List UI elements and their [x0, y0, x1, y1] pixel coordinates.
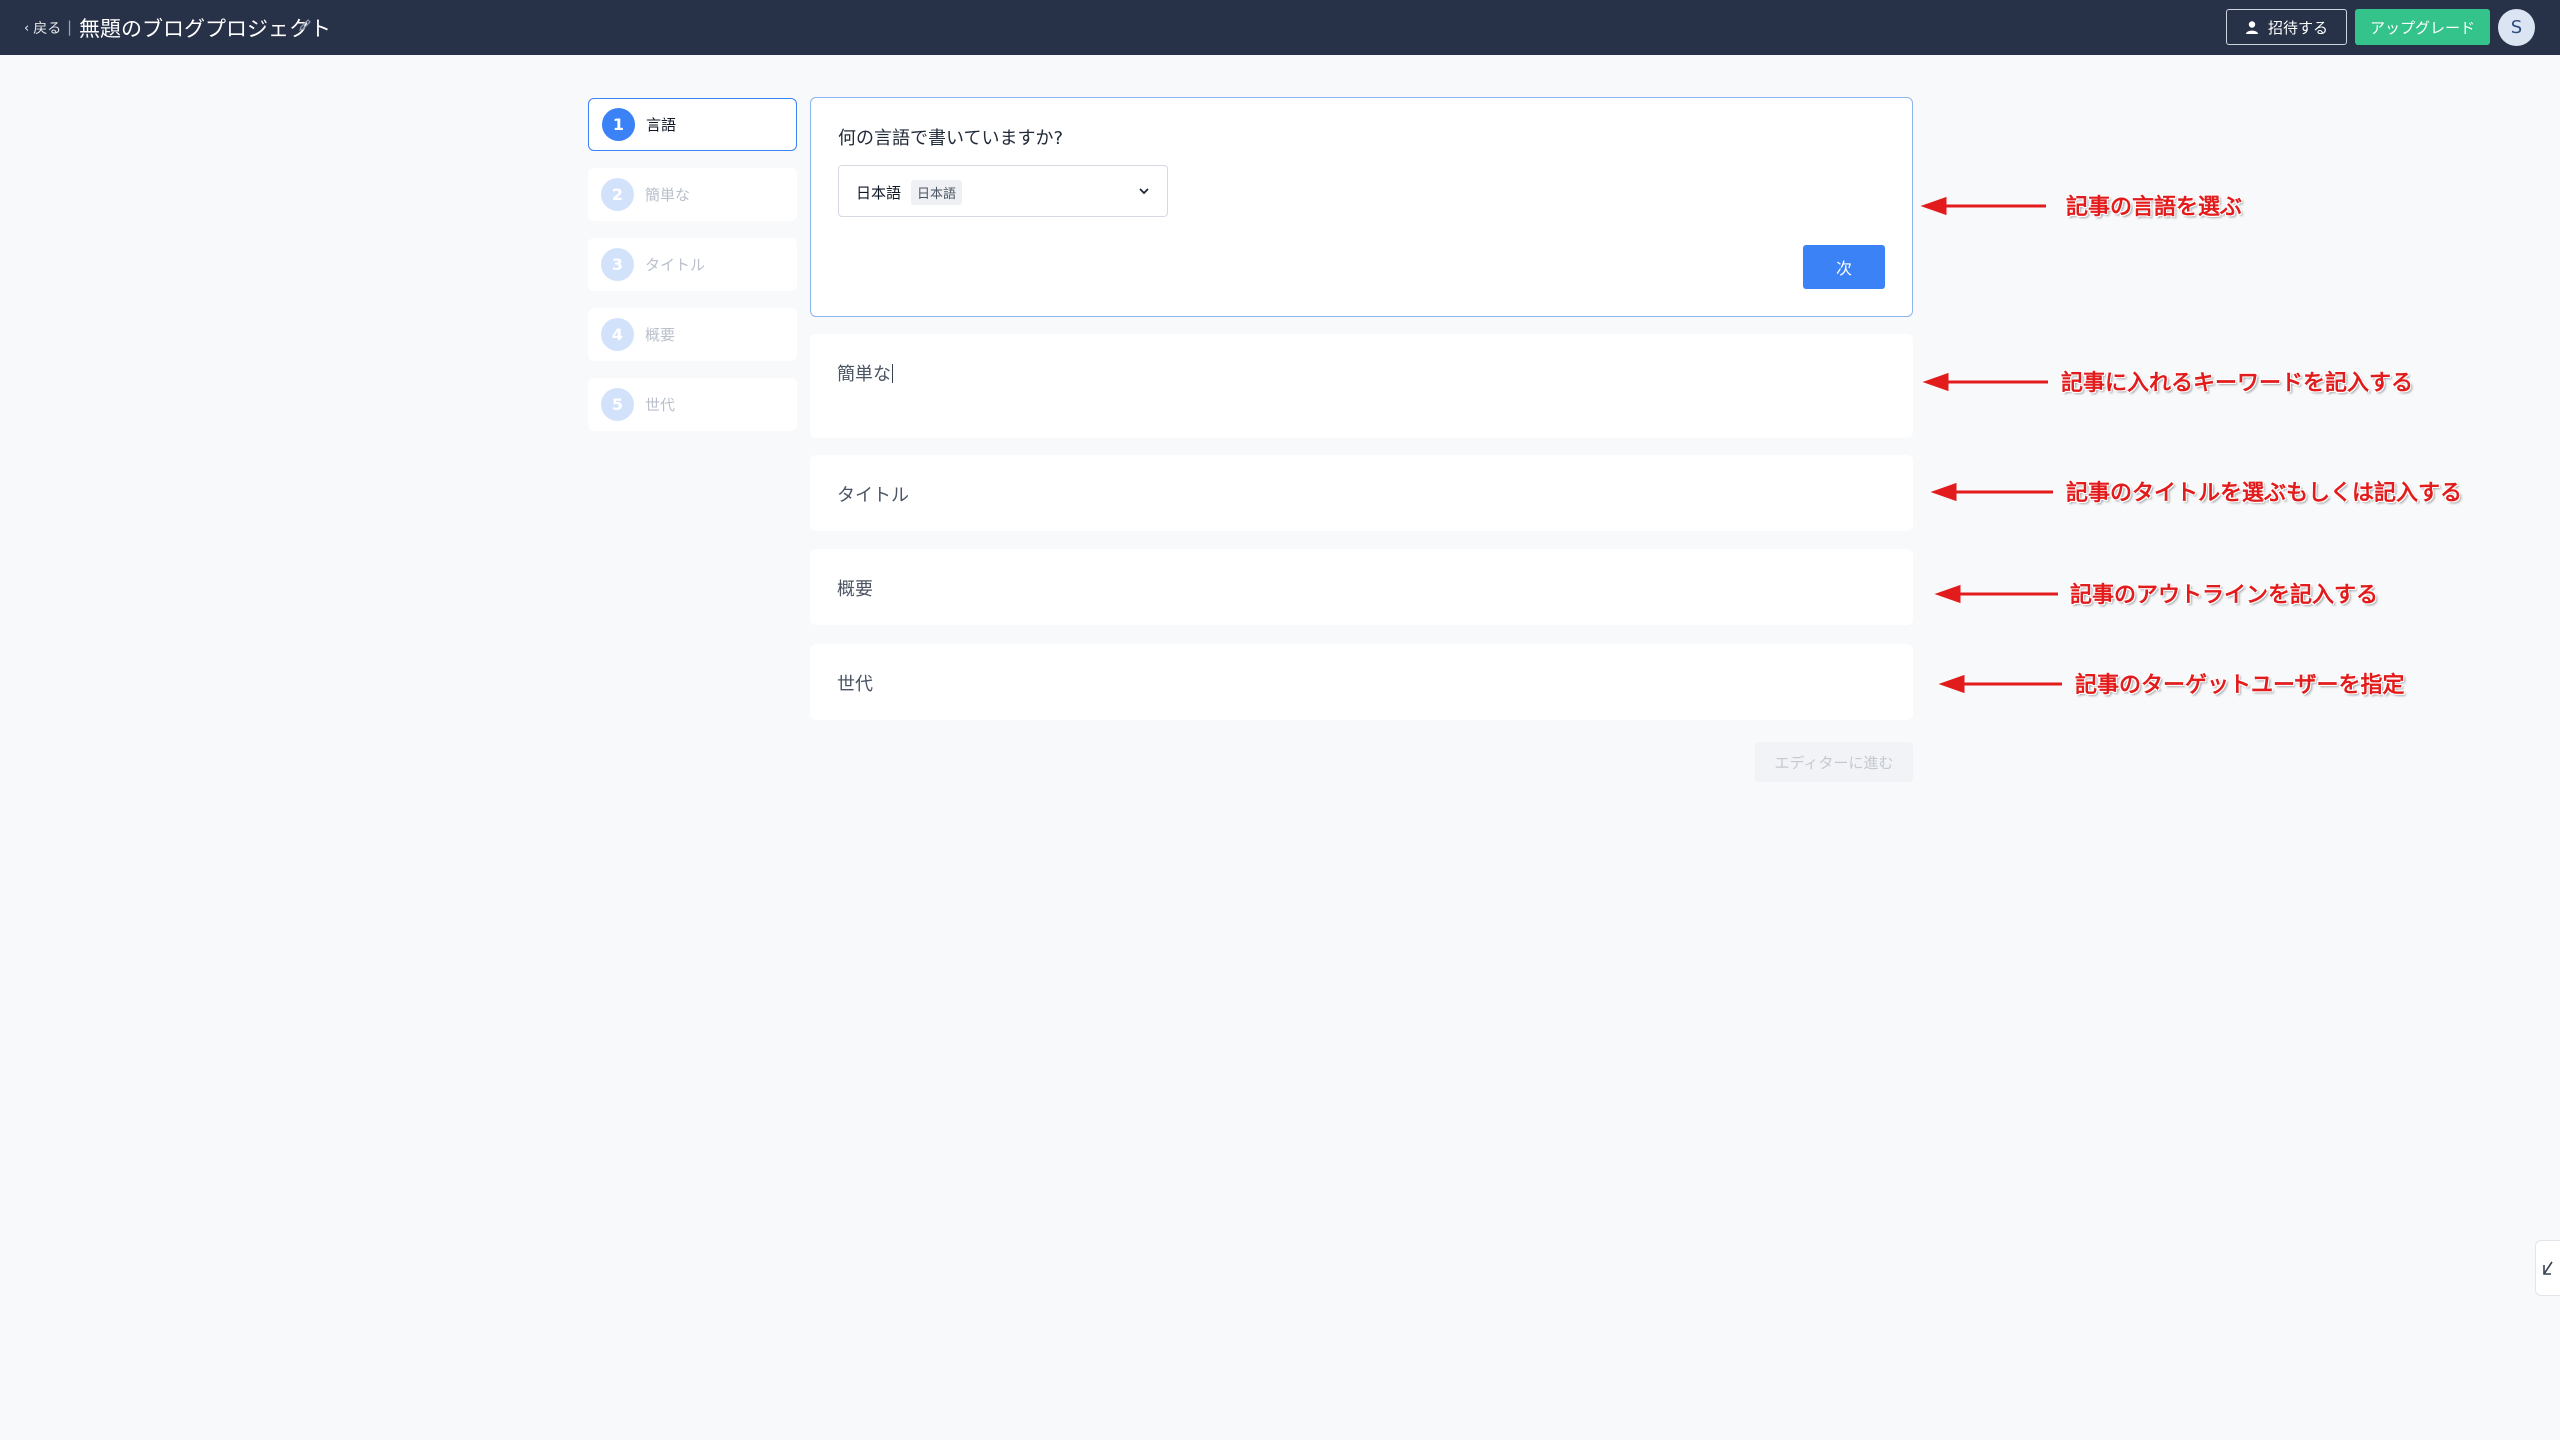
- arrow-head: [1934, 584, 1961, 604]
- annotation-text: 記事の言語を選ぶ: [2066, 195, 2243, 220]
- arrow-head: [1938, 674, 1965, 694]
- arrow-head: [1930, 482, 1957, 502]
- annotation-text: 記事のターゲットユーザーを指定: [2075, 673, 2405, 698]
- arrow-head: [1920, 196, 1947, 216]
- annotation-text: 記事に入れるキーワードを記入する: [2061, 371, 2414, 396]
- expand-icon: [2543, 1261, 2553, 1275]
- annotation-text: 記事のアウトラインを記入する: [2070, 583, 2379, 608]
- annotation-text: 記事のタイトルを選ぶもしくは記入する: [2066, 481, 2463, 506]
- side-panel-toggle[interactable]: [2535, 1240, 2560, 1296]
- arrow-head: [1922, 372, 1949, 392]
